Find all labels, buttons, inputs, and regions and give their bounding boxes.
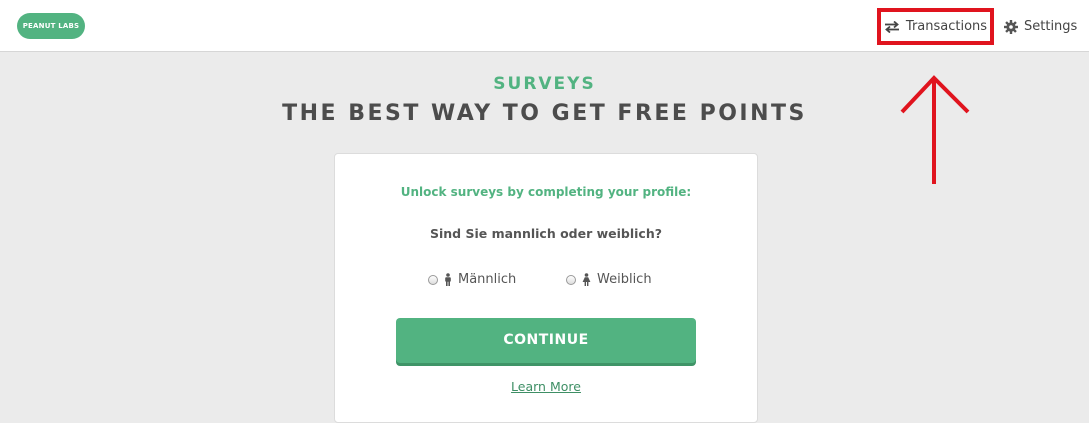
gender-options: Männlich Weiblich [335, 272, 757, 292]
peanut-labs-logo[interactable]: PEANUT LABS [17, 13, 85, 39]
profile-card: Unlock surveys by completing your profil… [334, 153, 758, 423]
learn-more-container: Learn More [335, 379, 757, 394]
swap-arrows-icon [884, 20, 899, 33]
top-bar: PEANUT LABS Transactions Settings [0, 0, 1089, 52]
gear-icon [1004, 19, 1018, 34]
female-label: Weiblich [597, 272, 652, 287]
gender-option-male[interactable]: Männlich [428, 272, 516, 287]
section-label: SURVEYS [493, 74, 596, 94]
continue-button[interactable]: CONTINUE [396, 318, 696, 363]
male-icon [445, 273, 451, 286]
learn-more-link[interactable]: Learn More [511, 379, 581, 394]
transactions-label: Transactions [905, 19, 988, 34]
female-radio[interactable] [566, 274, 576, 285]
page-headline: THE BEST WAY TO GET FREE POINTS [282, 101, 807, 126]
card-intro-text: Unlock surveys by completing your profil… [400, 185, 692, 199]
female-icon [582, 273, 591, 286]
gender-question: Sind Sie mannlich oder weiblich? [429, 226, 662, 241]
settings-label: Settings [1024, 19, 1078, 34]
gender-option-female[interactable]: Weiblich [566, 272, 652, 287]
transactions-nav-link[interactable]: Transactions [877, 8, 994, 45]
male-radio[interactable] [428, 274, 438, 285]
settings-nav-link[interactable]: Settings [1004, 8, 1077, 45]
male-label: Männlich [458, 272, 517, 287]
